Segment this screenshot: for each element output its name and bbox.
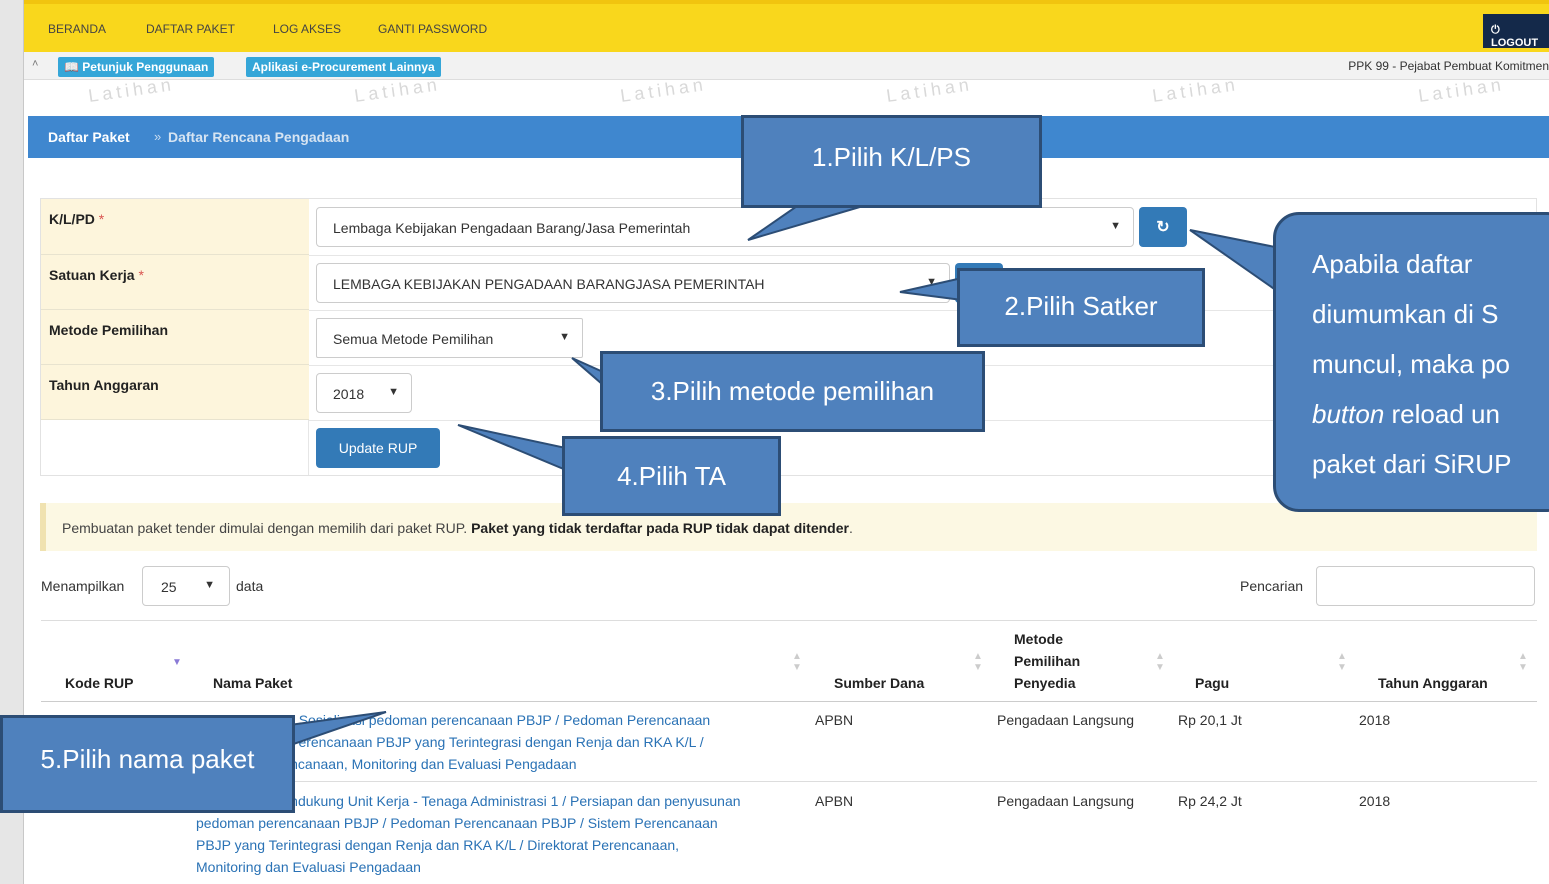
- power-icon: ⏻: [1491, 24, 1500, 36]
- pagu-cell: Rp 20,1 Jt: [1178, 712, 1242, 728]
- alert-bold-text: Paket yang tidak terdaftar pada RUP tida…: [471, 520, 849, 536]
- required-mark: *: [138, 267, 144, 283]
- col-pagu[interactable]: Pagu: [1195, 672, 1229, 694]
- metode-cell: Pengadaan Langsung: [997, 712, 1135, 728]
- callout-step-4: 4.Pilih TA: [562, 436, 781, 516]
- satker-select-value: LEMBAGA KEBIJAKAN PENGADAAN BARANGJASA P…: [333, 276, 765, 292]
- nav-log-akses[interactable]: LOG AKSES: [273, 22, 341, 36]
- caret-down-icon: ▼: [926, 276, 937, 288]
- user-role-label: PPK 99 - Pejabat Pembuat Komitmen: [1348, 59, 1549, 73]
- paket-name-link[interactable]: PBJP yang Terintegrasi dengan Renja dan …: [196, 834, 679, 856]
- callout-big-line: Apabila daftar: [1312, 249, 1473, 279]
- callout-big-line: paket dari SiRUP: [1312, 449, 1512, 479]
- show-entries-suffix: data: [236, 578, 264, 594]
- breadcrumb-daftar-paket[interactable]: Daftar Paket: [48, 129, 130, 145]
- search-label: Pencarian: [1240, 578, 1304, 594]
- tahun-cell: 2018: [1359, 712, 1391, 728]
- reload-klpd-button[interactable]: ↻: [1139, 207, 1187, 247]
- sumber-dana-cell: APBN: [815, 712, 854, 728]
- refresh-icon: ↻: [1156, 219, 1170, 236]
- search-input[interactable]: [1316, 566, 1535, 606]
- required-mark: *: [98, 211, 105, 227]
- klpd-select-value: Lembaga Kebijakan Pengadaan Barang/Jasa …: [333, 220, 691, 236]
- col-nama-paket[interactable]: Nama Paket: [213, 672, 292, 694]
- table-header: Kode RUP ▼ Nama Paket ▲ ▼ Sumber Dana ▲ ▼ …: [41, 620, 1537, 702]
- top-navbar: BERANDA DAFTAR PAKET LOG AKSES GANTI PAS…: [24, 0, 1549, 52]
- aplikasi-eproc-button[interactable]: Aplikasi e-Procurement Lainnya: [246, 57, 441, 77]
- callout-step-5: 5.Pilih nama paket: [0, 715, 295, 813]
- callout-big-line: muncul, maka po: [1312, 349, 1510, 379]
- page-size-select[interactable]: 25 ▼: [142, 566, 230, 606]
- logout-button[interactable]: ⏻ LOGOUT: [1483, 14, 1549, 49]
- callout-big-line: button reload un: [1312, 389, 1549, 439]
- sort-icon[interactable]: ▲ ▼: [1337, 651, 1347, 673]
- page-size-value: 25: [161, 579, 177, 595]
- klpd-label-text: K/L/PD: [49, 211, 95, 227]
- caret-down-icon: ▼: [204, 579, 215, 591]
- caret-down-icon: ▼: [559, 331, 570, 343]
- breadcrumb-current: Daftar Rencana Pengadaan: [168, 129, 350, 145]
- petunjuk-label: Petunjuk Penggunaan: [82, 60, 209, 74]
- metode-label: Metode Pemilihan: [41, 310, 309, 365]
- satker-label: Satuan Kerja *: [41, 255, 309, 310]
- nav-beranda[interactable]: BERANDA: [48, 22, 106, 36]
- callout-reload-info: Apabila daftar diumumkan di S muncul, ma…: [1273, 212, 1549, 512]
- metode-select[interactable]: Semua Metode Pemilihan ▼: [316, 318, 583, 358]
- caret-down-icon: ▼: [1110, 220, 1121, 232]
- secondary-bar: ˄ 📖 Petunjuk Penggunaan Aplikasi e-Procu…: [24, 52, 1549, 80]
- col-metode-line3[interactable]: Penyedia: [1014, 672, 1075, 694]
- alert-period: .: [848, 520, 853, 536]
- show-entries-label: Menampilkan: [41, 578, 125, 594]
- logout-label: LOGOUT: [1491, 37, 1539, 49]
- klpd-select[interactable]: Lembaga Kebijakan Pengadaan Barang/Jasa …: [316, 207, 1134, 247]
- sort-desc-icon[interactable]: ▼: [172, 657, 182, 668]
- tahun-select[interactable]: 2018 ▼: [316, 373, 412, 413]
- metode-select-value: Semua Metode Pemilihan: [333, 331, 494, 347]
- nav-ganti-password[interactable]: GANTI PASSWORD: [378, 22, 487, 36]
- nav-daftar-paket[interactable]: DAFTAR PAKET: [146, 22, 235, 36]
- tahun-cell: 2018: [1359, 793, 1391, 809]
- collapse-chevron-icon[interactable]: ˄: [32, 58, 38, 70]
- satker-label-text: Satuan Kerja: [49, 267, 135, 283]
- callout-step-3: 3.Pilih metode pemilihan: [600, 351, 985, 432]
- col-kode-rup[interactable]: Kode RUP: [65, 672, 133, 694]
- callout-step-2: 2.Pilih Satker: [957, 268, 1205, 347]
- sort-icon[interactable]: ▲ ▼: [792, 651, 802, 673]
- paket-name-link[interactable]: Monitoring dan Evaluasi Pengadaan: [196, 856, 421, 878]
- paket-name-link[interactable]: pedoman perencanaan PBJP / Pedoman Peren…: [196, 812, 718, 834]
- sort-icon[interactable]: ▲ ▼: [1155, 651, 1165, 673]
- klpd-label: K/L/PD *: [41, 199, 309, 255]
- col-metode-line2[interactable]: Pemilihan: [1014, 650, 1080, 672]
- caret-down-icon: ▼: [388, 386, 399, 398]
- satker-select[interactable]: LEMBAGA KEBIJAKAN PENGADAAN BARANGJASA P…: [316, 263, 950, 303]
- callout-step-1: 1.Pilih K/L/PS: [741, 115, 1042, 208]
- tahun-select-value: 2018: [333, 386, 365, 402]
- sumber-dana-cell: APBN: [815, 793, 854, 809]
- alert-text: Pembuatan paket tender dimulai dengan me…: [62, 520, 468, 536]
- sort-icon[interactable]: ▲ ▼: [1518, 651, 1528, 673]
- callout-big-line: diumumkan di S: [1312, 299, 1499, 329]
- empty-label-cell: [41, 420, 309, 475]
- col-sumber-dana[interactable]: Sumber Dana: [834, 672, 924, 694]
- update-rup-button[interactable]: Update RUP: [316, 428, 440, 468]
- metode-cell: Pengadaan Langsung: [997, 793, 1135, 809]
- callout-big-italic: button: [1312, 399, 1385, 429]
- sort-icon[interactable]: ▲ ▼: [973, 651, 983, 673]
- screen: BERANDA DAFTAR PAKET LOG AKSES GANTI PAS…: [0, 0, 1549, 884]
- tahun-label: Tahun Anggaran: [41, 365, 309, 420]
- col-metode-line1[interactable]: Metode: [1014, 628, 1063, 650]
- pagu-cell: Rp 24,2 Jt: [1178, 793, 1242, 809]
- breadcrumb-separator: »: [154, 129, 162, 144]
- book-icon: 📖: [64, 60, 79, 74]
- callout-big-text: reload un: [1384, 399, 1500, 429]
- petunjuk-penggunaan-button[interactable]: 📖 Petunjuk Penggunaan: [58, 57, 215, 77]
- col-tahun-anggaran[interactable]: Tahun Anggaran: [1378, 672, 1488, 694]
